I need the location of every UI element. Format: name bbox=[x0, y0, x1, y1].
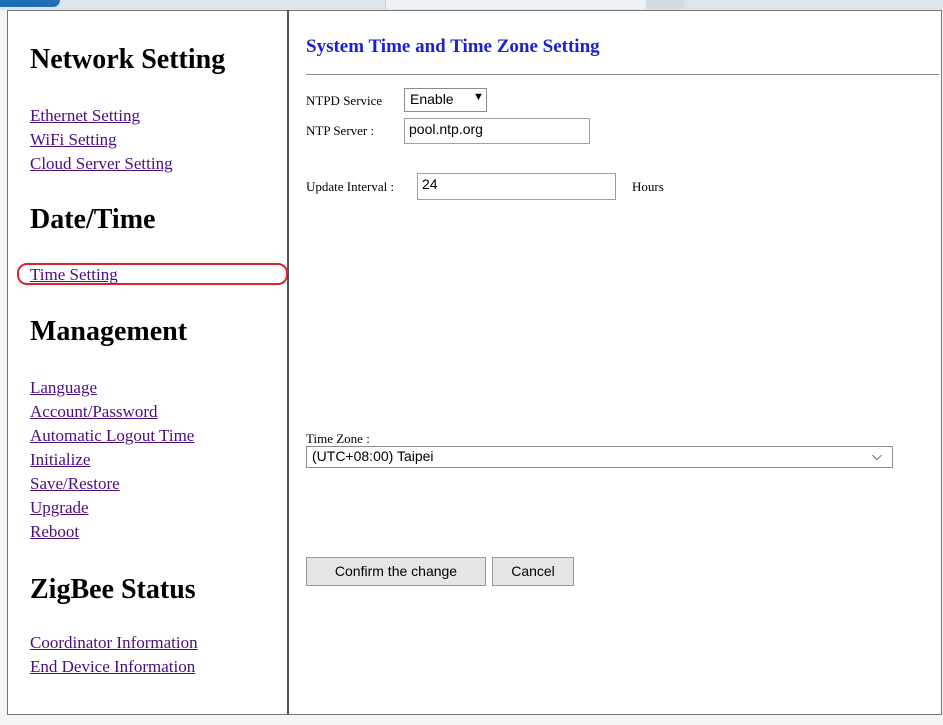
page-title: System Time and Time Zone Setting bbox=[306, 36, 600, 57]
ntpd-service-value: Enable bbox=[410, 91, 454, 107]
sidebar-link-reboot[interactable]: Reboot bbox=[30, 522, 79, 542]
sidebar-link-end-device-information[interactable]: End Device Information bbox=[30, 657, 195, 677]
browser-tab-active[interactable] bbox=[0, 0, 60, 7]
sidebar-link-automatic-logout-time[interactable]: Automatic Logout Time bbox=[30, 426, 194, 446]
time-zone-value: (UTC+08:00) Taipei bbox=[312, 448, 434, 464]
sidebar-link-wifi-setting[interactable]: WiFi Setting bbox=[30, 130, 117, 150]
sidebar-heading-zigbee: ZigBee Status bbox=[30, 574, 196, 605]
browser-tab[interactable] bbox=[385, 0, 647, 9]
cancel-button[interactable]: Cancel bbox=[492, 557, 574, 586]
sidebar-link-initialize[interactable]: Initialize bbox=[30, 450, 90, 470]
sidebar-heading-network: Network Setting bbox=[30, 44, 226, 75]
update-interval-label: Update Interval : bbox=[306, 179, 395, 194]
ntp-server-input[interactable]: pool.ntp.org bbox=[404, 118, 590, 144]
sidebar-link-ethernet-setting[interactable]: Ethernet Setting bbox=[30, 106, 140, 126]
dropdown-arrow-icon: ▼ bbox=[473, 91, 484, 103]
browser-top-strip bbox=[0, 0, 943, 10]
update-interval-input[interactable]: 24 bbox=[417, 173, 616, 200]
frame-divider bbox=[287, 10, 289, 715]
chevron-down-icon: ⌵ bbox=[872, 448, 882, 463]
sidebar-link-upgrade[interactable]: Upgrade bbox=[30, 498, 89, 518]
sidebar-heading-management: Management bbox=[30, 316, 188, 347]
sidebar-link-coordinator-information[interactable]: Coordinator Information bbox=[30, 633, 198, 653]
sidebar-link-language[interactable]: Language bbox=[30, 378, 97, 398]
sidebar-link-account-password[interactable]: Account/Password bbox=[30, 402, 157, 422]
confirm-change-button[interactable]: Confirm the change bbox=[306, 557, 486, 586]
ntp-server-label: NTP Server : bbox=[306, 123, 375, 138]
sidebar-heading-datetime: Date/Time bbox=[30, 204, 156, 235]
page-frame: Network Setting Ethernet Setting WiFi Se… bbox=[7, 10, 942, 715]
main-panel: System Time and Time Zone Setting NTPD S… bbox=[301, 11, 941, 711]
time-zone-select[interactable]: (UTC+08:00) Taipei ⌵ bbox=[306, 446, 893, 468]
hours-label: Hours bbox=[632, 179, 664, 194]
ntpd-service-label: NTPD Service bbox=[306, 93, 383, 108]
time-zone-label: Time Zone : bbox=[306, 431, 370, 446]
title-divider bbox=[306, 74, 939, 75]
sidebar-link-cloud-server-setting[interactable]: Cloud Server Setting bbox=[30, 154, 173, 174]
ntpd-service-select[interactable]: Enable ▼ bbox=[404, 88, 487, 112]
browser-tab[interactable] bbox=[646, 0, 684, 9]
sidebar-link-save-restore[interactable]: Save/Restore bbox=[30, 474, 120, 494]
sidebar-link-time-setting[interactable]: Time Setting bbox=[30, 265, 118, 285]
